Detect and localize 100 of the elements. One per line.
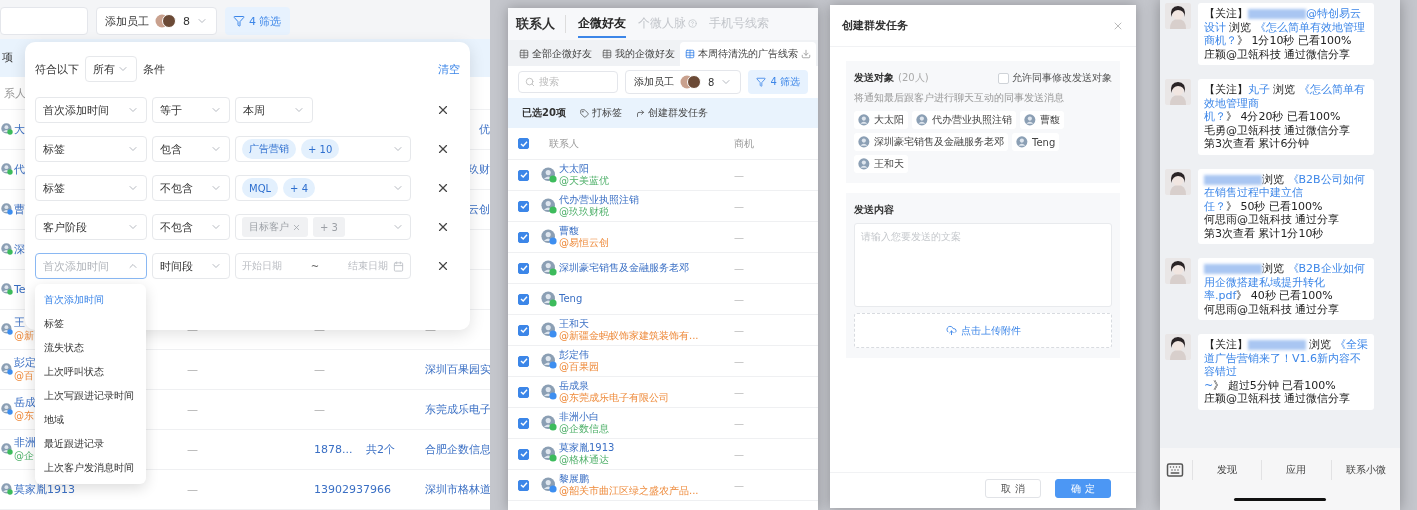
checkbox[interactable] <box>518 386 529 398</box>
close-icon[interactable] <box>436 142 450 156</box>
selection-count: 已选20项 <box>522 106 566 120</box>
dropdown-item[interactable]: 上次客户发消息时间 <box>35 456 146 480</box>
message-text: 浏览 《B2B企业如何用企微搭建私域提升转化率.pdf》 40秒 已看100% <box>1204 262 1366 303</box>
dropdown-item[interactable]: 流失状态 <box>35 336 146 360</box>
cancel-button[interactable]: 取 消 <box>985 479 1041 498</box>
checkbox[interactable] <box>518 417 529 429</box>
table-icon <box>602 49 612 59</box>
contact-name[interactable]: 王和天 <box>559 317 699 330</box>
download-icon[interactable] <box>801 49 811 59</box>
close-icon[interactable] <box>436 259 450 273</box>
contact-name[interactable]: 非洲小白 <box>559 410 609 423</box>
contact-name[interactable]: 大 <box>14 122 25 137</box>
tag-chip: MQL <box>242 178 279 198</box>
checkbox[interactable] <box>518 355 529 367</box>
message-text: 毛勇@卫瓴科技 通过微信分享 <box>1204 123 1352 137</box>
contact-name[interactable]: Te <box>14 282 26 297</box>
dropdown-item[interactable]: 最近跟进记录 <box>35 432 146 456</box>
dropdown-item[interactable]: 首次添加时间 <box>35 288 146 312</box>
contact-name[interactable]: 彭定伟 <box>559 348 599 361</box>
match-select[interactable]: 所有 <box>85 56 137 82</box>
operator-select[interactable]: 不包含 <box>152 214 230 240</box>
avatar-icon <box>541 322 557 338</box>
staff-button[interactable]: 添加员工 8 <box>625 70 742 94</box>
dropdown-item[interactable]: 上次写跟进记录时间 <box>35 384 146 408</box>
value-select[interactable]: 广告营销 + 10 <box>235 136 411 162</box>
avatar-icon <box>1165 258 1191 284</box>
keyboard-icon[interactable] <box>1166 461 1184 479</box>
staff-button[interactable]: 添加员工 8 <box>96 7 217 36</box>
view-tab[interactable]: 本周待清洗的广告线索 <box>680 42 816 66</box>
checkbox[interactable] <box>518 479 529 491</box>
clear-link[interactable]: 清空 <box>438 61 460 77</box>
operator-select[interactable]: 不包含 <box>152 175 230 201</box>
checkbox[interactable] <box>518 293 529 305</box>
table-cell: — <box>734 293 744 305</box>
menu-button[interactable]: 发现 <box>1192 460 1262 480</box>
dropdown-item[interactable]: 地域 <box>35 408 146 432</box>
contact-name[interactable]: 彭定 <box>14 356 36 371</box>
column-header: 商机 <box>734 136 754 151</box>
select-all-checkbox[interactable] <box>518 138 529 149</box>
contact-name[interactable]: 深 <box>14 242 25 257</box>
avatar-icon <box>1 283 13 296</box>
operator-select[interactable]: 时间段 <box>152 253 230 279</box>
field-select[interactable]: 首次添加时间 <box>35 97 147 123</box>
checkbox[interactable] <box>518 324 529 336</box>
table-cell: 优 <box>479 122 490 137</box>
contact-name[interactable]: 大太阳 <box>559 162 609 175</box>
value-select[interactable]: 本周 <box>235 97 313 123</box>
confirm-button[interactable]: 确 定 <box>1055 479 1111 498</box>
table-cell: — <box>734 324 744 336</box>
contact-name[interactable]: 莫家胤1913 <box>14 482 75 497</box>
dropdown-item[interactable]: 标签 <box>35 312 146 336</box>
avatar-icon <box>858 135 871 149</box>
avatar-icon <box>1 403 13 416</box>
tab[interactable]: 企微好友 <box>578 10 626 38</box>
contact-name[interactable]: 代办营业执照注销 <box>559 193 639 206</box>
upload-button[interactable]: 点击上传附件 <box>854 313 1112 348</box>
contact-name[interactable]: 非洲 <box>14 436 36 451</box>
contact-name[interactable]: 黎展鹏 <box>559 472 699 485</box>
filter-button[interactable]: 4 筛选 <box>748 70 808 94</box>
contact-name[interactable]: 曹馥 <box>559 224 609 237</box>
view-tab[interactable]: 全部企微好友 <box>514 42 597 66</box>
contact-name[interactable]: 岳成 <box>14 396 36 411</box>
message-text: 庄颖@卫瓴科技 通过微信分享 <box>1204 47 1352 61</box>
table-cell: — <box>734 200 744 212</box>
checkbox[interactable] <box>518 231 529 243</box>
more-count: + 3 <box>313 217 345 237</box>
action-button[interactable]: 打标签 <box>579 106 622 120</box>
contact-name[interactable]: 深圳豪宅销售及金融服务老邓 <box>559 261 689 275</box>
recipient-count: (20人) <box>898 71 929 85</box>
close-icon[interactable] <box>436 181 450 195</box>
field-select[interactable]: 标签 <box>35 136 147 162</box>
contact-name[interactable]: 代 <box>14 162 25 177</box>
value-select[interactable]: MQL + 4 <box>235 175 411 201</box>
dropdown-item[interactable]: 上次呼叫状态 <box>35 360 146 384</box>
selection-text: 项 <box>2 50 13 66</box>
action-button[interactable]: 创建群发任务 <box>635 106 708 120</box>
checkbox[interactable] <box>518 448 529 460</box>
close-icon[interactable] <box>436 220 450 234</box>
filter-button[interactable]: 4 筛选 <box>225 7 290 36</box>
checkbox[interactable] <box>518 200 529 212</box>
view-tab[interactable]: 我的企微好友 <box>597 42 680 66</box>
contact-name[interactable]: 曹 <box>14 202 25 217</box>
checkbox[interactable] <box>518 169 529 181</box>
close-icon[interactable] <box>436 103 450 117</box>
operator-select[interactable]: 包含 <box>152 136 230 162</box>
message-text: 浏览 《B2B公司如何在销售过程中建立信任？》 50秒 已看100% <box>1204 172 1366 213</box>
operator-select[interactable]: 等于 <box>152 97 230 123</box>
menu-button[interactable]: 应用 <box>1261 460 1331 480</box>
checkbox[interactable] <box>518 262 529 274</box>
message-text: 第3次查看 累计1分10秒 <box>1204 226 1325 240</box>
search-field[interactable] <box>0 7 88 36</box>
contact-name[interactable]: 岳成泉 <box>559 379 669 392</box>
contact-name[interactable]: Teng <box>559 292 583 306</box>
contact-name[interactable]: 莫家胤1913 <box>559 441 615 454</box>
avatar-icon <box>541 260 557 276</box>
field-select[interactable]: 标签 <box>35 175 147 201</box>
menu-button[interactable]: 联系小微 <box>1330 460 1400 480</box>
field-select[interactable]: 客户阶段 <box>35 214 147 240</box>
